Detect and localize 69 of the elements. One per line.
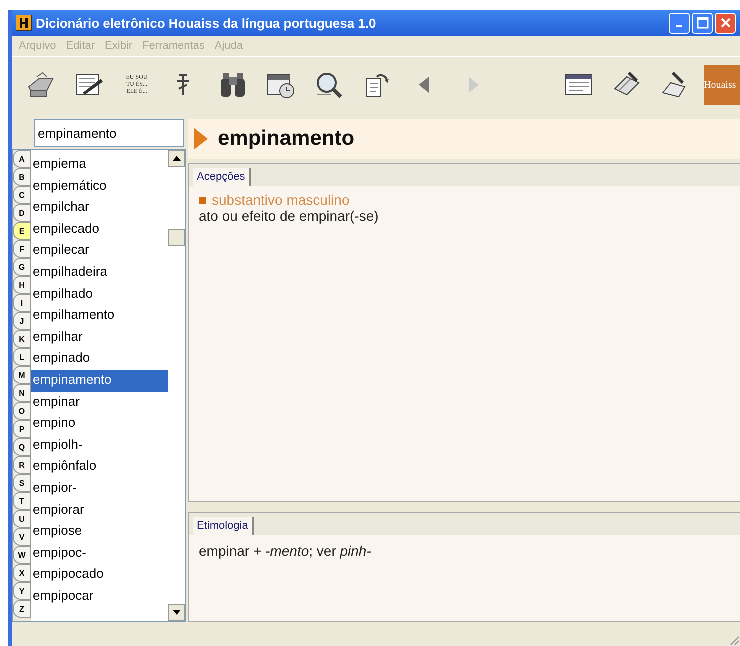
letter-tab[interactable]: X [13, 564, 31, 582]
grammatical-class: substantivo masculino [212, 192, 350, 208]
word-list-item[interactable]: empilecado [31, 218, 168, 240]
word-list-item[interactable]: empipoc- [31, 542, 168, 564]
senses-tab[interactable]: Acepções [193, 168, 252, 186]
word-list-item[interactable]: empipocado [31, 564, 168, 586]
letter-tab[interactable]: J [13, 312, 31, 330]
scroll-up-icon[interactable] [172, 156, 180, 161]
letter-tab[interactable]: N [13, 384, 31, 402]
word-list-item[interactable]: empilchar [31, 197, 168, 219]
maximize-icon[interactable] [696, 17, 708, 29]
letter-tab[interactable]: Q [13, 438, 31, 456]
triangle-icon [194, 128, 208, 150]
word-list-item[interactable]: empipocar [31, 586, 168, 608]
letter-tab[interactable]: Y [13, 582, 31, 600]
minimize-button[interactable] [669, 12, 690, 34]
headword: empinamento [218, 127, 355, 151]
word-list-item[interactable]: empinado [31, 348, 168, 370]
word-list-item[interactable]: empiorar [31, 500, 168, 522]
word-list-item[interactable]: empilhado [31, 284, 168, 306]
word-list-item[interactable]: empino [31, 413, 168, 435]
word-list-item[interactable]: empiônfalo [31, 456, 168, 478]
letter-tab[interactable]: C [13, 186, 31, 204]
word-list-item[interactable]: empinamento [31, 370, 168, 392]
bullet-icon [199, 196, 206, 204]
scrollbar[interactable] [168, 150, 185, 621]
letter-tab[interactable]: W [13, 546, 31, 564]
maximize-button[interactable] [692, 12, 713, 34]
letter-tab[interactable]: G [13, 258, 31, 276]
letter-tab[interactable]: L [13, 348, 31, 366]
word-list-item[interactable]: empilhadeira [31, 262, 168, 284]
letter-tab[interactable]: O [13, 402, 31, 420]
word-list-item[interactable]: empior- [31, 478, 168, 500]
definition-text: ato ou efeito de empinar(-se) [199, 208, 380, 224]
letter-tab[interactable]: P [13, 420, 31, 438]
letter-tab[interactable]: A [13, 150, 31, 168]
houaiss-logo: Houaiss [704, 65, 740, 105]
letter-tab[interactable]: T [13, 492, 31, 510]
word-list-item[interactable]: empiolh- [31, 434, 168, 456]
word-list-item[interactable]: empilhamento [31, 305, 168, 327]
scroll-down-icon[interactable] [172, 610, 180, 615]
letter-tab[interactable]: R [13, 456, 31, 474]
letter-tab[interactable]: M [13, 366, 31, 384]
search-field[interactable]: empinamento [34, 119, 184, 147]
close-icon[interactable] [720, 17, 732, 29]
close-button[interactable] [715, 12, 736, 34]
letter-tab[interactable]: S [13, 474, 31, 492]
letter-tab[interactable]: E [13, 222, 31, 240]
word-list-item[interactable]: empilecar [31, 240, 168, 262]
word-list-item[interactable]: empiemático [31, 176, 168, 198]
app-logo-icon [16, 15, 32, 31]
window-title: Dicionário eletrônico Houaiss da língua portuguesa 1.0 [36, 16, 378, 30]
word-list-item[interactable]: empiema [31, 154, 168, 176]
word-list-item[interactable]: empinar [31, 392, 168, 414]
scroll-thumb[interactable] [168, 229, 185, 246]
letter-tab[interactable]: K [13, 330, 31, 348]
letter-tab[interactable]: B [13, 168, 31, 186]
letter-tab[interactable]: H [13, 276, 31, 294]
word-list-item[interactable]: empiose [31, 521, 168, 543]
etymology-text: empinar + -mento; ver pinh- [199, 542, 372, 559]
word-list-item[interactable]: empilhar [31, 326, 168, 348]
etymology-tab[interactable]: Etimologia [193, 517, 254, 535]
resize-grip-icon[interactable] [728, 634, 740, 646]
letter-tab[interactable]: V [13, 528, 31, 546]
letter-tab[interactable]: U [13, 510, 31, 528]
letter-tab[interactable]: I [13, 294, 31, 312]
letter-tab[interactable]: F [13, 240, 31, 258]
letter-tab[interactable]: Z [13, 600, 31, 618]
letter-tab[interactable]: D [13, 204, 31, 222]
